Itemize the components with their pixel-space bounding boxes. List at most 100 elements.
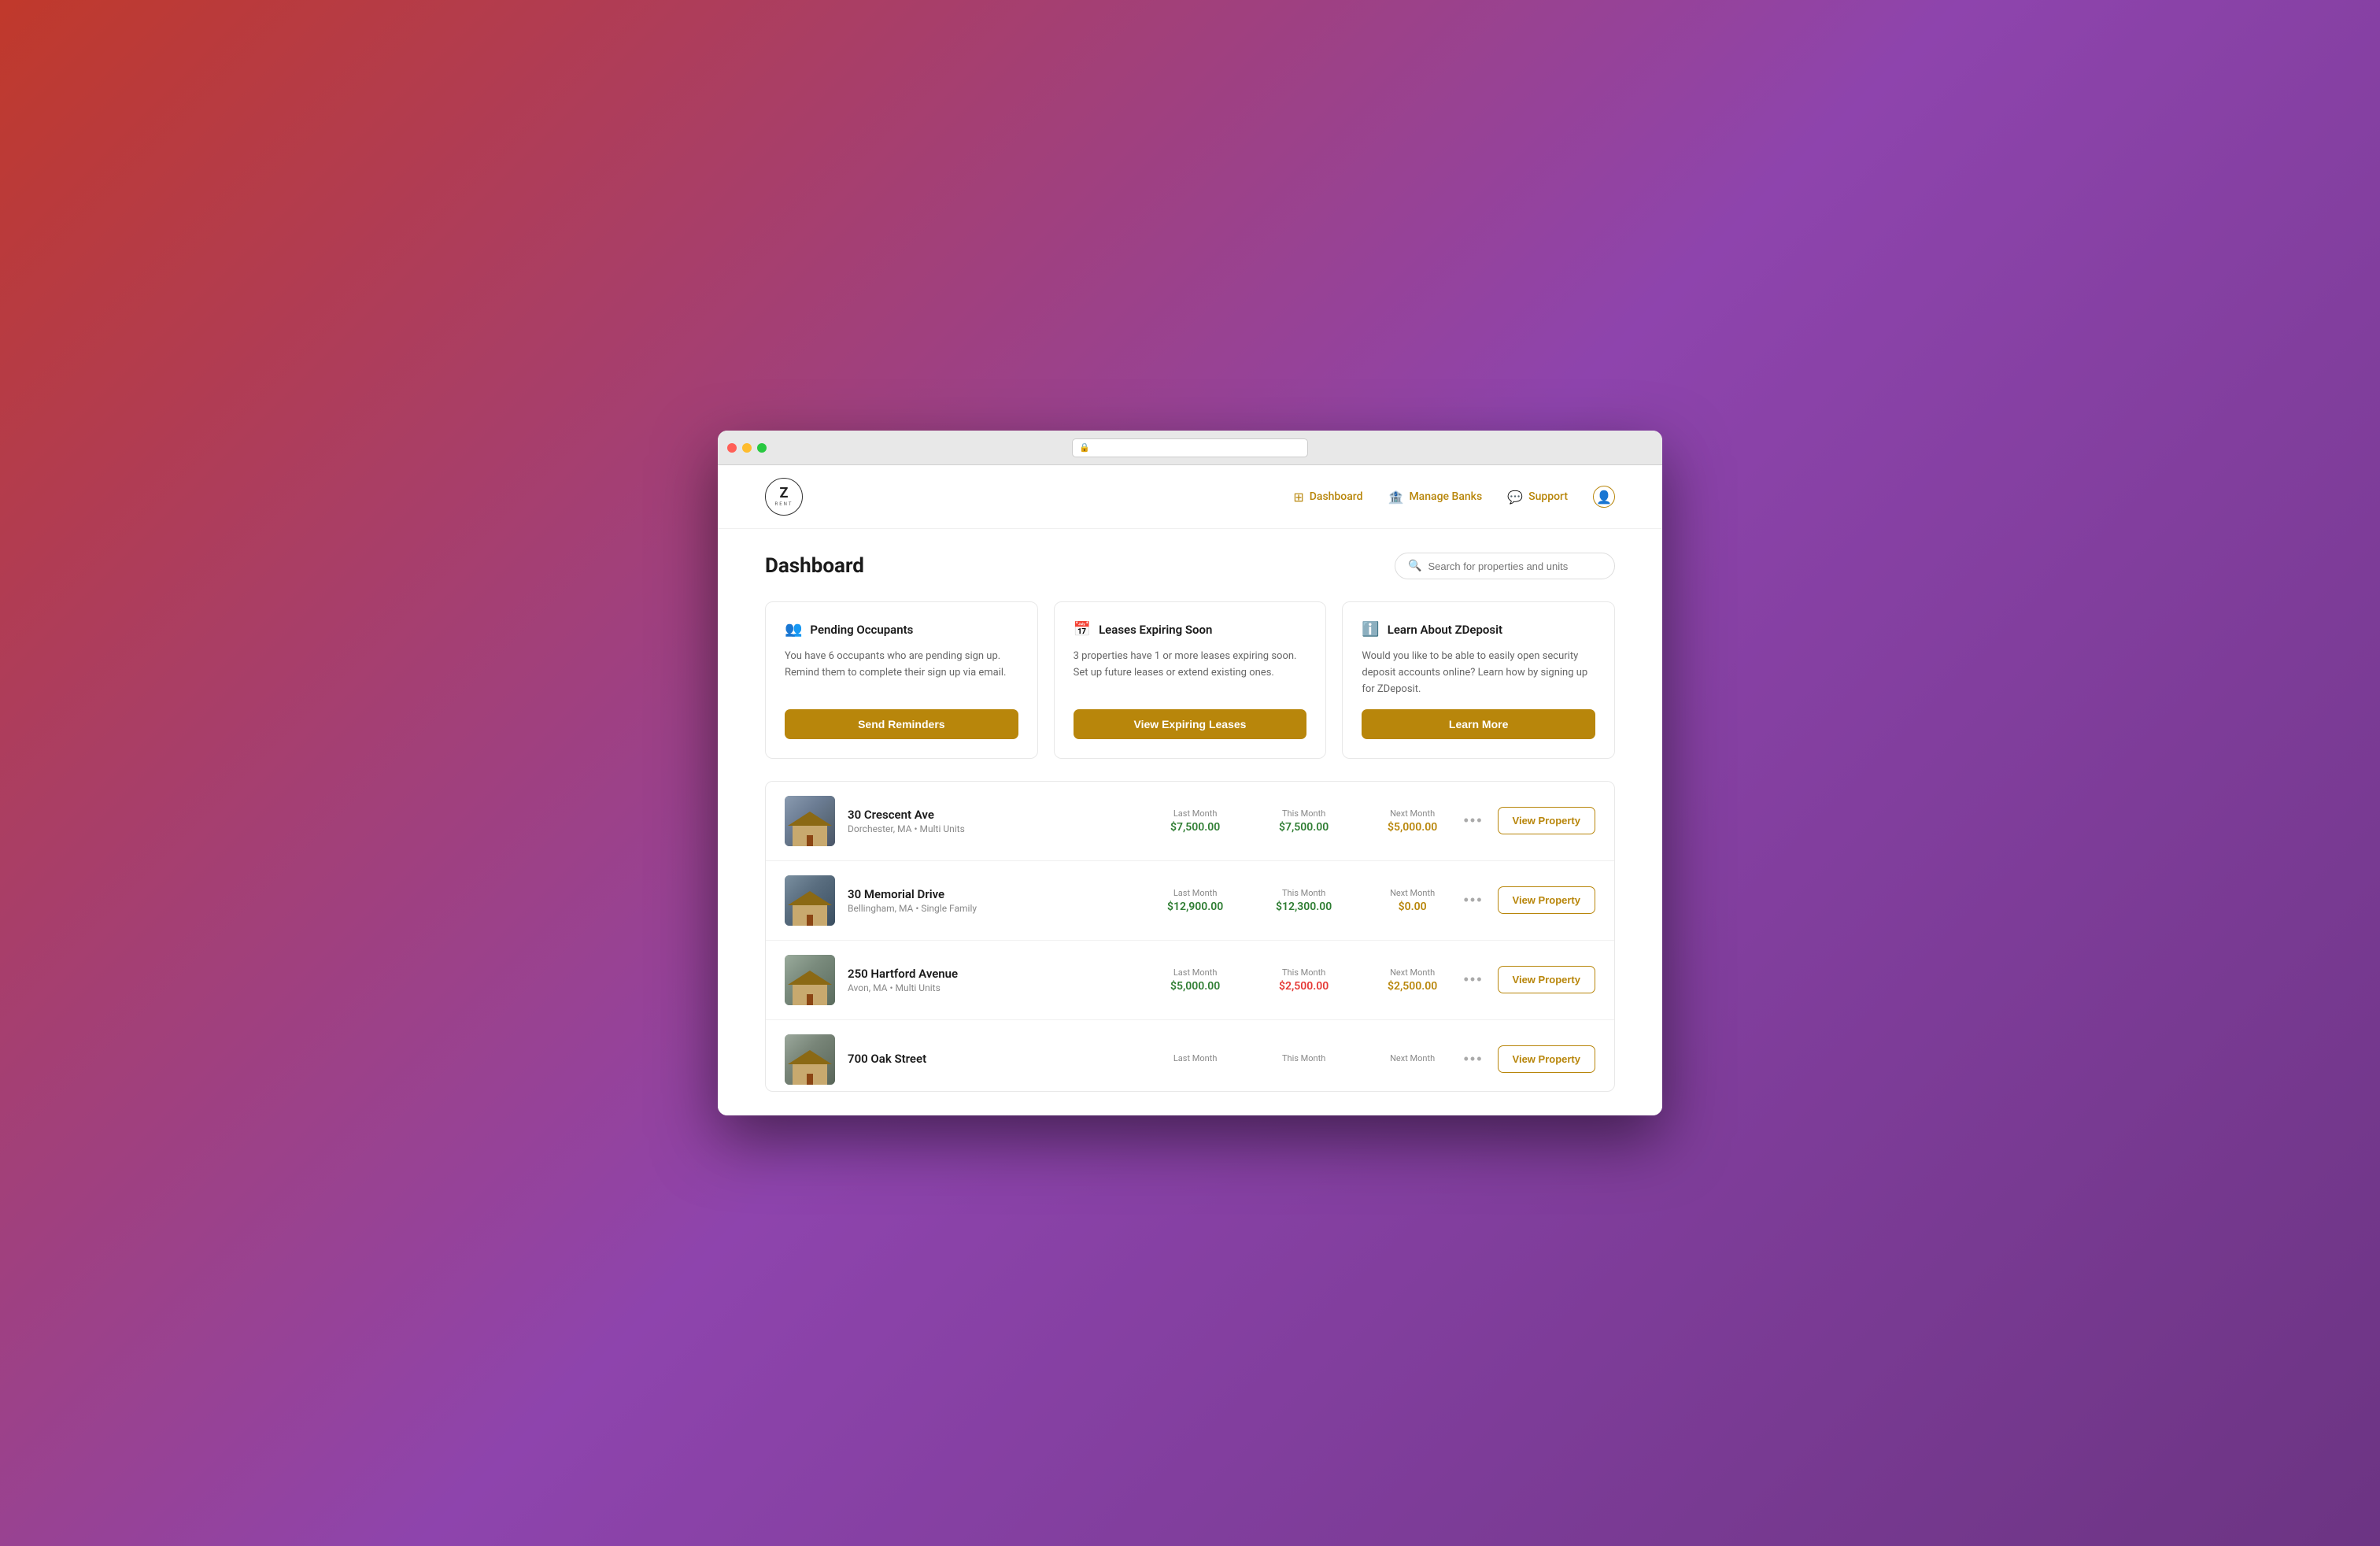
more-options-button[interactable]: ••• bbox=[1461, 1048, 1487, 1071]
last-month-value: $7,500.00 bbox=[1160, 821, 1231, 834]
property-image bbox=[785, 875, 835, 926]
nav-support[interactable]: 💬 Support bbox=[1507, 490, 1568, 505]
dashboard-icon: ⊞ bbox=[1293, 490, 1303, 505]
info-icon: ℹ️ bbox=[1362, 621, 1379, 638]
property-name: 700 Oak Street bbox=[848, 1052, 1148, 1066]
house-body bbox=[793, 826, 827, 846]
house-illustration bbox=[785, 971, 835, 1005]
property-row: 30 Memorial Drive Bellingham, MA • Singl… bbox=[766, 861, 1614, 941]
this-month-col: This Month $12,300.00 bbox=[1269, 888, 1340, 913]
close-button[interactable] bbox=[727, 443, 737, 453]
traffic-lights bbox=[727, 443, 767, 453]
house-door bbox=[807, 994, 813, 1005]
house-door bbox=[807, 1074, 813, 1085]
search-input[interactable] bbox=[1428, 560, 1602, 572]
properties-list: 30 Crescent Ave Dorchester, MA • Multi U… bbox=[765, 781, 1615, 1092]
property-row: 700 Oak Street Last Month This Month bbox=[766, 1020, 1614, 1091]
last-month-label: Last Month bbox=[1160, 1053, 1231, 1063]
more-options-button[interactable]: ••• bbox=[1461, 968, 1487, 991]
title-bar: 🔒 bbox=[718, 431, 1662, 465]
property-sub: Dorchester, MA • Multi Units bbox=[848, 823, 1148, 834]
property-name: 30 Crescent Ave bbox=[848, 808, 1148, 822]
last-month-col: Last Month $12,900.00 bbox=[1160, 888, 1231, 913]
lock-icon: 🔒 bbox=[1079, 442, 1090, 453]
zdeposit-title: Learn About ZDeposit bbox=[1388, 623, 1502, 637]
pending-occupants-card: 👥 Pending Occupants You have 6 occupants… bbox=[765, 601, 1038, 758]
search-bar[interactable]: 🔍 bbox=[1395, 553, 1615, 579]
next-month-value: $0.00 bbox=[1377, 901, 1448, 913]
last-month-label: Last Month bbox=[1160, 808, 1231, 819]
property-info: 250 Hartford Avenue Avon, MA • Multi Uni… bbox=[848, 967, 1148, 993]
house-body bbox=[793, 905, 827, 926]
this-month-value: $7,500.00 bbox=[1269, 821, 1340, 834]
property-financials: Last Month $7,500.00 This Month $7,500.0… bbox=[1160, 808, 1448, 834]
next-month-value: $5,000.00 bbox=[1377, 821, 1448, 834]
this-month-label: This Month bbox=[1269, 808, 1340, 819]
this-month-col: This Month bbox=[1269, 1053, 1340, 1066]
view-property-button[interactable]: View Property bbox=[1498, 886, 1595, 914]
minimize-button[interactable] bbox=[742, 443, 752, 453]
more-options-button[interactable]: ••• bbox=[1461, 809, 1487, 832]
view-property-button[interactable]: View Property bbox=[1498, 1045, 1595, 1073]
search-icon: 🔍 bbox=[1408, 560, 1421, 572]
pending-occupants-title: Pending Occupants bbox=[810, 623, 913, 637]
last-month-col: Last Month $7,500.00 bbox=[1160, 808, 1231, 834]
nav-links: ⊞ Dashboard 🏦 Manage Banks 💬 Support 👤 bbox=[1293, 486, 1615, 508]
house-roof bbox=[788, 812, 832, 826]
nav-manage-banks[interactable]: 🏦 Manage Banks bbox=[1388, 490, 1483, 505]
house-door bbox=[807, 835, 813, 846]
property-img-placeholder bbox=[785, 796, 835, 846]
main-content: Dashboard 🔍 👥 Pending Occupants You have… bbox=[718, 529, 1662, 1115]
learn-more-button[interactable]: Learn More bbox=[1362, 709, 1595, 739]
nav-dashboard[interactable]: ⊞ Dashboard bbox=[1293, 490, 1362, 505]
house-illustration bbox=[785, 1050, 835, 1085]
property-actions: ••• View Property bbox=[1461, 886, 1595, 914]
url-bar[interactable]: 🔒 bbox=[1072, 438, 1308, 457]
page-header: Dashboard 🔍 bbox=[765, 553, 1615, 579]
house-illustration bbox=[785, 812, 835, 846]
this-month-value: $2,500.00 bbox=[1269, 980, 1340, 993]
send-reminders-button[interactable]: Send Reminders bbox=[785, 709, 1018, 739]
property-financials: Last Month $5,000.00 This Month $2,500.0… bbox=[1160, 967, 1448, 993]
this-month-col: This Month $7,500.00 bbox=[1269, 808, 1340, 834]
last-month-col: Last Month $5,000.00 bbox=[1160, 967, 1231, 993]
this-month-value: $12,300.00 bbox=[1269, 901, 1340, 913]
house-roof bbox=[788, 1050, 832, 1064]
next-month-value: $2,500.00 bbox=[1377, 980, 1448, 993]
leases-expiring-body: 3 properties have 1 or more leases expir… bbox=[1074, 649, 1307, 697]
zdeposit-card: ℹ️ Learn About ZDeposit Would you like t… bbox=[1342, 601, 1615, 758]
card-header: 📅 Leases Expiring Soon bbox=[1074, 621, 1307, 638]
app-content: Z RENT ⊞ Dashboard 🏦 Manage Banks 💬 Supp… bbox=[718, 465, 1662, 1115]
next-month-label: Next Month bbox=[1377, 808, 1448, 819]
house-roof bbox=[788, 971, 832, 985]
this-month-label: This Month bbox=[1269, 967, 1340, 978]
last-month-value: $5,000.00 bbox=[1160, 980, 1231, 993]
house-door bbox=[807, 915, 813, 926]
this-month-label: This Month bbox=[1269, 888, 1340, 898]
view-expiring-leases-button[interactable]: View Expiring Leases bbox=[1074, 709, 1307, 739]
user-avatar[interactable]: 👤 bbox=[1593, 486, 1615, 508]
logo-z-letter: Z bbox=[780, 486, 789, 501]
this-month-col: This Month $2,500.00 bbox=[1269, 967, 1340, 993]
calendar-icon: 📅 bbox=[1074, 621, 1091, 638]
more-options-button[interactable]: ••• bbox=[1461, 889, 1487, 912]
avatar-icon: 👤 bbox=[1596, 490, 1612, 505]
property-image bbox=[785, 796, 835, 846]
next-month-label: Next Month bbox=[1377, 967, 1448, 978]
next-month-col: Next Month $0.00 bbox=[1377, 888, 1448, 913]
property-actions: ••• View Property bbox=[1461, 807, 1595, 834]
next-month-label: Next Month bbox=[1377, 1053, 1448, 1063]
pending-occupants-body: You have 6 occupants who are pending sig… bbox=[785, 649, 1018, 697]
property-name: 30 Memorial Drive bbox=[848, 887, 1148, 901]
property-row: 30 Crescent Ave Dorchester, MA • Multi U… bbox=[766, 782, 1614, 861]
view-property-button[interactable]: View Property bbox=[1498, 807, 1595, 834]
view-property-button[interactable]: View Property bbox=[1498, 966, 1595, 993]
house-body bbox=[793, 1064, 827, 1085]
navbar: Z RENT ⊞ Dashboard 🏦 Manage Banks 💬 Supp… bbox=[718, 465, 1662, 529]
leases-expiring-title: Leases Expiring Soon bbox=[1099, 623, 1212, 637]
last-month-col: Last Month bbox=[1160, 1053, 1231, 1066]
last-month-label: Last Month bbox=[1160, 967, 1231, 978]
property-image bbox=[785, 1034, 835, 1085]
maximize-button[interactable] bbox=[757, 443, 767, 453]
this-month-label: This Month bbox=[1269, 1053, 1340, 1063]
